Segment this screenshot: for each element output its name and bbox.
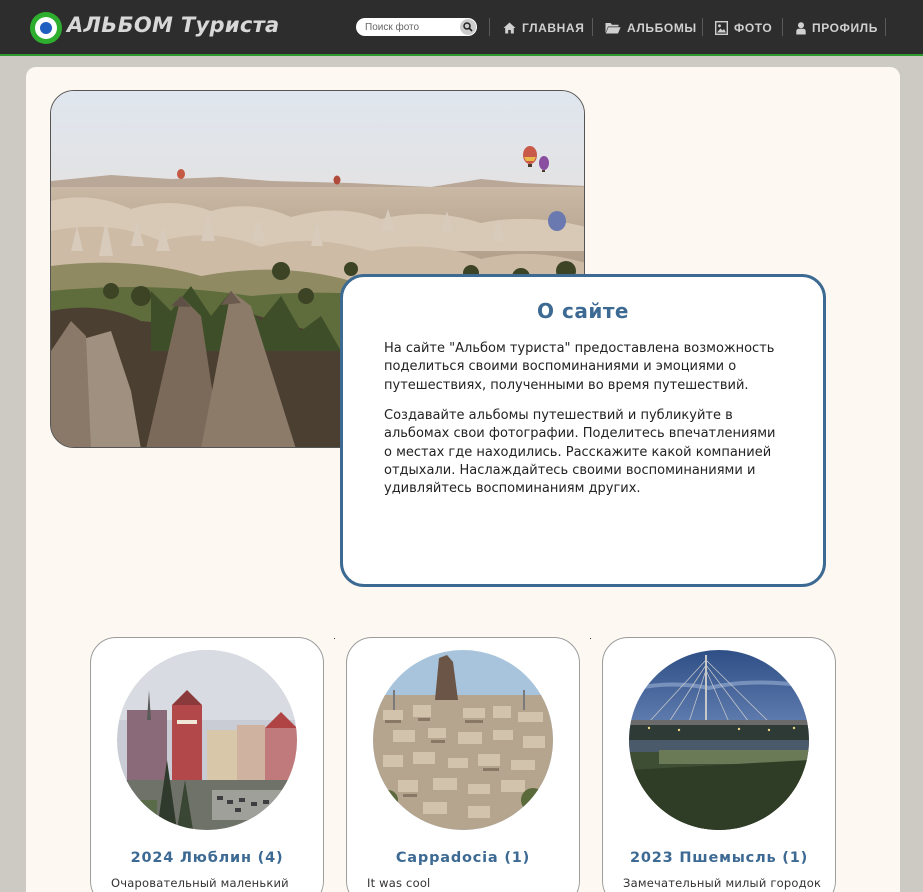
folder-icon <box>605 23 621 34</box>
nav-profile-label: ПРОФИЛЬ <box>812 21 878 35</box>
top-navbar: АЛЬБОМ Туриста ГЛАВНАЯ АЛЬБОМЫ ФОТО <box>0 0 923 56</box>
user-icon <box>796 21 806 34</box>
album-title[interactable]: Cappadocia (1) <box>347 850 579 866</box>
album-description: Замечательный милый городок <box>623 876 822 890</box>
home-icon <box>503 22 516 34</box>
nav-home-label: ГЛАВНАЯ <box>522 21 585 35</box>
album-card[interactable]: 2023 Пшемысль (1) Замечательный милый го… <box>602 637 836 892</box>
nav-divider <box>885 18 886 36</box>
album-description: Очаровательный маленький <box>111 876 289 890</box>
album-thumbnail[interactable] <box>373 650 553 830</box>
album-card[interactable]: Cappadocia (1) It was cool <box>346 637 580 892</box>
nav-photos[interactable]: ФОТО <box>715 19 772 37</box>
stray-dot <box>334 638 335 639</box>
nav-albums[interactable]: АЛЬБОМЫ <box>605 19 697 37</box>
nav-photos-label: ФОТО <box>734 21 773 35</box>
search-input[interactable] <box>356 18 456 36</box>
nav-profile[interactable]: ПРОФИЛЬ <box>796 19 878 37</box>
nav-divider <box>702 18 703 36</box>
search-button[interactable] <box>460 19 476 35</box>
about-paragraph-1: На сайте "Альбом туриста" предоставлена … <box>384 341 775 393</box>
image-icon <box>715 21 728 35</box>
album-thumbnail[interactable] <box>117 650 297 830</box>
nav-divider <box>489 18 490 36</box>
site-logo-text[interactable]: АЛЬБОМ Туриста <box>67 13 280 37</box>
about-card: О сайте На сайте "Альбом туриста" предос… <box>340 274 826 587</box>
search-icon <box>463 22 473 32</box>
nav-divider <box>592 18 593 36</box>
nav-divider <box>782 18 783 36</box>
album-title[interactable]: 2024 Люблин (4) <box>91 850 323 866</box>
search-box <box>356 18 477 36</box>
album-description: It was cool <box>367 876 431 890</box>
nav-home[interactable]: ГЛАВНАЯ <box>503 19 584 37</box>
about-title: О сайте <box>537 299 629 323</box>
logo-icon[interactable] <box>30 12 62 44</box>
nav-albums-label: АЛЬБОМЫ <box>627 21 697 35</box>
album-title[interactable]: 2023 Пшемысль (1) <box>603 850 835 866</box>
stray-dot <box>590 638 591 639</box>
album-thumbnail[interactable] <box>629 650 809 830</box>
album-card[interactable]: 2024 Люблин (4) Очаровательный маленький <box>90 637 324 892</box>
about-paragraph-2: Создавайте альбомы путешествий и публику… <box>384 408 776 497</box>
